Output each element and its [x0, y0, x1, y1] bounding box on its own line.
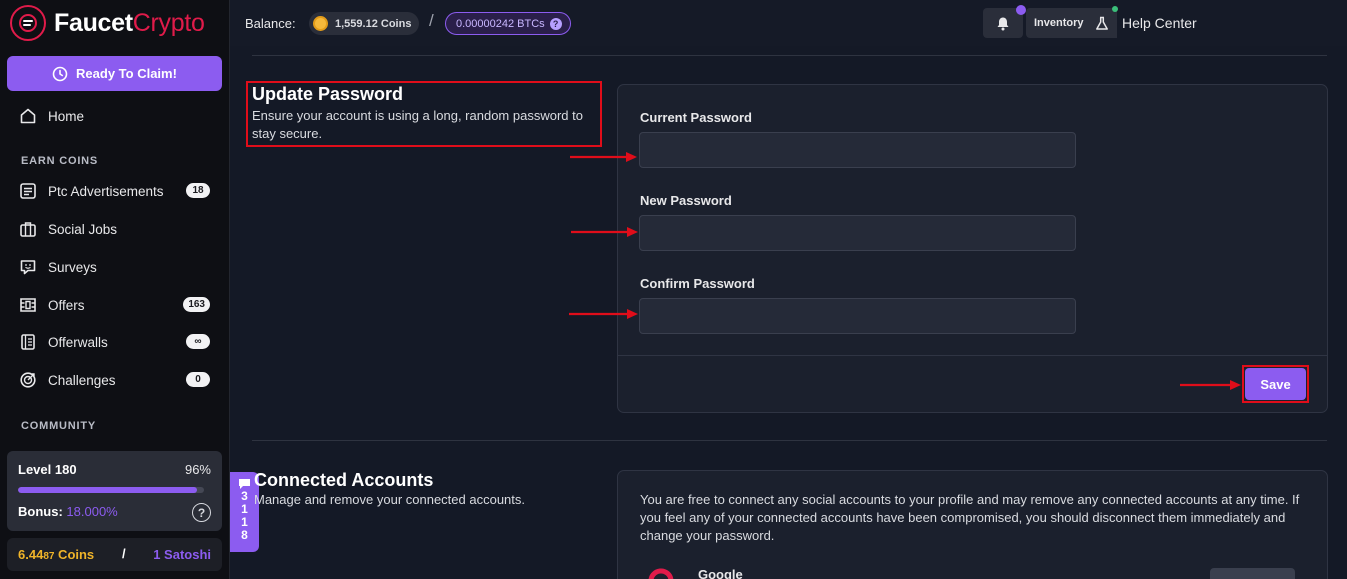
sidebar-item-surveys[interactable]: Surveys — [18, 255, 218, 279]
satoshi-amount: 1 Satoshi — [153, 547, 211, 562]
level-percent: 96% — [184, 462, 211, 477]
balance-separator: / — [429, 11, 434, 30]
sidebar-item-label: Surveys — [48, 259, 97, 275]
btc-balance-pill[interactable]: 0.00000242 BTCs? — [445, 12, 571, 35]
update-password-title: Update Password — [252, 84, 404, 104]
connected-accounts-description: Manage and remove your connected account… — [254, 492, 526, 507]
confirm-password-input[interactable] — [639, 298, 1076, 334]
earn-coins-section-label: EARN COINS — [21, 155, 99, 167]
confirm-password-label: Confirm Password — [640, 276, 755, 291]
bonus-text: Bonus: 18.000% — [18, 504, 118, 519]
claim-label: Ready To Claim! — [76, 66, 177, 81]
notification-dot — [1016, 5, 1026, 15]
sidebar-item-label: Ptc Advertisements — [48, 183, 164, 199]
chat-smile-icon — [18, 257, 38, 277]
inventory-status-dot — [1112, 6, 1118, 12]
list-icon — [18, 181, 38, 201]
level-progress-bar — [18, 487, 204, 493]
annotation-arrow-icon — [571, 227, 638, 237]
count-badge: 163 — [183, 297, 210, 312]
section-divider — [252, 55, 1327, 56]
google-account-row: Google — [648, 567, 743, 579]
connected-accounts-title: Connected Accounts — [254, 470, 434, 490]
sidebar-item-social-jobs[interactable]: Social Jobs — [18, 217, 218, 241]
sidebar-item-label: Home — [48, 108, 85, 124]
new-password-label: New Password — [640, 193, 732, 208]
current-password-input[interactable] — [639, 132, 1076, 168]
sidebar-item-label: Offerwalls — [48, 334, 108, 350]
level-card: Level 180 96% Bonus: 18.000% ? — [7, 451, 222, 531]
balance-label: Balance: — [245, 16, 296, 31]
ready-to-claim-button[interactable]: Ready To Claim! — [7, 56, 222, 91]
level-label: Level 180 — [18, 462, 77, 477]
clock-icon — [52, 66, 68, 81]
inventory-label: Inventory — [1034, 17, 1084, 29]
level-progress-fill — [18, 487, 197, 493]
coin-icon — [313, 16, 328, 31]
count-badge: ∞ — [186, 334, 210, 349]
home-icon — [18, 106, 38, 126]
community-section-label: COMMUNITY — [21, 420, 97, 432]
sidebar-item-label: Offers — [48, 297, 85, 313]
google-connect-button[interactable] — [1210, 568, 1295, 579]
count-badge: 18 — [186, 183, 210, 198]
coins-balance-card: 6.4487 Coins / 1 Satoshi — [7, 538, 222, 571]
sidebar-item-label: Challenges — [48, 372, 116, 388]
section-divider — [252, 440, 1327, 441]
update-password-description: Ensure your account is using a long, ran… — [252, 108, 583, 141]
offers-icon — [18, 295, 38, 315]
save-button[interactable]: Save — [1245, 368, 1306, 400]
flask-icon — [1096, 16, 1108, 30]
bell-icon — [997, 17, 1009, 30]
target-icon — [18, 370, 38, 390]
connected-accounts-info: You are free to connect any social accou… — [640, 492, 1300, 543]
question-icon: ? — [549, 17, 562, 30]
annotation-arrow-icon — [1180, 380, 1241, 390]
inventory-button[interactable]: Inventory — [1026, 8, 1117, 38]
card-footer-divider — [618, 355, 1327, 356]
sidebar-item-label: Social Jobs — [48, 221, 118, 237]
coins-balance-pill: 1,559.12 Coins — [309, 12, 420, 35]
sidebar-item-offers[interactable]: Offers 163 — [18, 293, 218, 317]
chat-count-digit: 8 — [241, 528, 248, 542]
coins-separator: / — [122, 546, 126, 561]
google-icon — [648, 568, 674, 579]
new-password-input[interactable] — [639, 215, 1076, 251]
sidebar-item-ptc-advertisements[interactable]: Ptc Advertisements 18 — [18, 179, 218, 203]
brand-name: FaucetCrypto — [54, 8, 205, 37]
annotation-arrow-icon — [569, 309, 638, 319]
question-icon[interactable]: ? — [192, 503, 211, 522]
briefcase-icon — [18, 219, 38, 239]
brand-logo[interactable]: FaucetCrypto — [10, 5, 205, 41]
sidebar-item-offerwalls[interactable]: Offerwalls ∞ — [18, 330, 218, 354]
faucetcrypto-logo-icon — [10, 5, 46, 41]
annotation-arrow-icon — [570, 152, 637, 162]
top-bar: Balance: 1,559.12 Coins / 0.00000242 BTC… — [230, 0, 1347, 46]
help-center-label: Help Center — [1122, 15, 1197, 31]
book-icon — [18, 332, 38, 352]
sidebar-item-home[interactable]: Home — [18, 104, 218, 128]
count-badge: 0 — [186, 372, 210, 387]
google-label: Google — [698, 567, 743, 579]
bonus-value: 18.000% — [66, 504, 118, 519]
current-password-label: Current Password — [640, 110, 752, 125]
sidebar: FaucetCrypto Ready To Claim! Home EARN C… — [0, 0, 230, 579]
coins-amount: 6.4487 Coins — [18, 547, 95, 562]
sidebar-item-challenges[interactable]: Challenges 0 — [18, 368, 218, 392]
